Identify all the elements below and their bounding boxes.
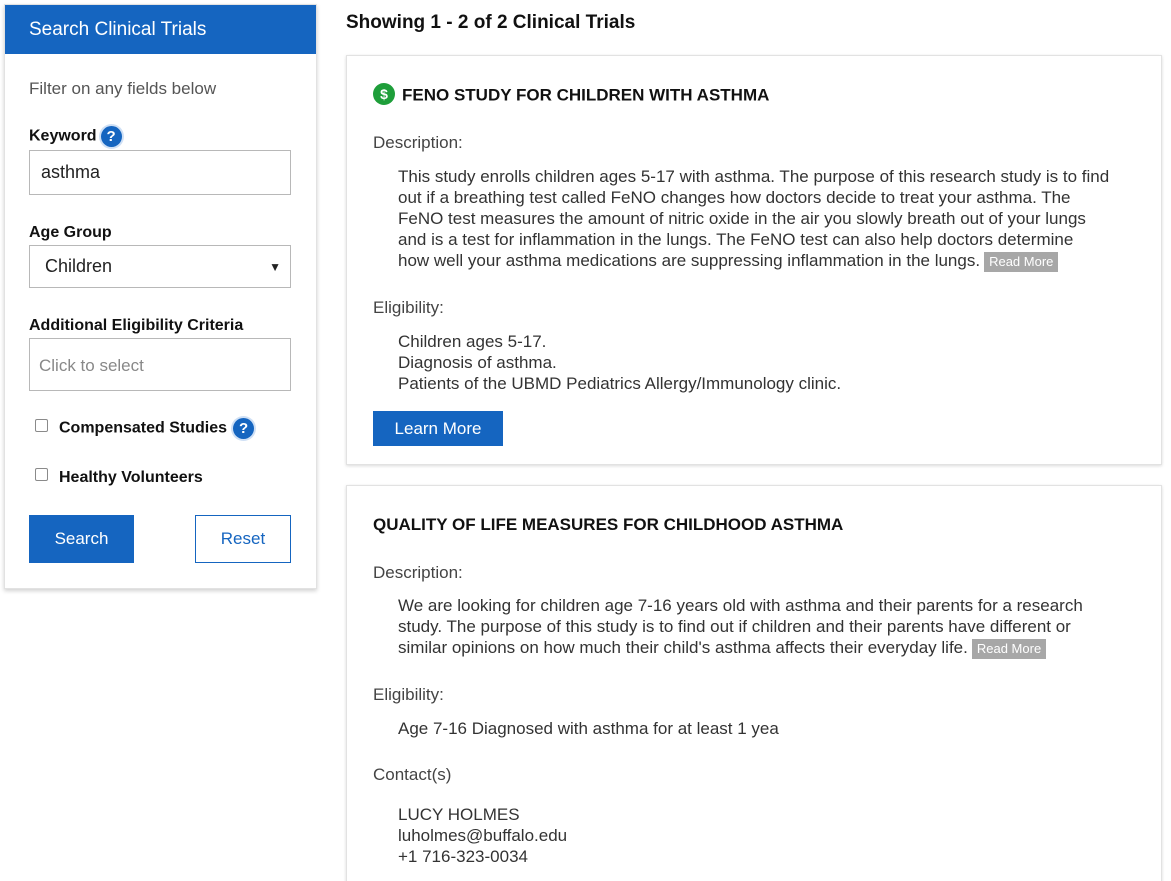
age-group-select[interactable]: Children ▼ [29, 245, 291, 288]
description-line: out if a breathing test called FeNO chan… [398, 188, 1071, 207]
eligibility-label: Eligibility: [373, 298, 444, 317]
contact-email[interactable]: luholmes@buffalo.edu [398, 825, 1140, 846]
filter-hint: Filter on any fields below [29, 79, 217, 98]
keyword-input[interactable]: asthma [29, 150, 291, 195]
read-more-button[interactable]: Read More [984, 252, 1059, 272]
keyword-input-value: asthma [41, 162, 101, 182]
trial-title-row: $ FENO STUDY FOR CHILDREN WITH ASTHMA [373, 83, 769, 107]
compensated-label[interactable]: Compensated Studies [59, 420, 227, 437]
eligibility-label: Eligibility: [373, 685, 444, 704]
keyword-help-icon[interactable]: ? [100, 126, 122, 147]
description-line: We are looking for children age 7-16 yea… [398, 596, 1083, 615]
description-line-last: how well your asthma medications are sup… [398, 250, 1140, 272]
criteria-placeholder: Click to select [39, 356, 144, 375]
results-heading: Showing 1 - 2 of 2 Clinical Trials [346, 12, 636, 33]
healthy-label[interactable]: Healthy Volunteers [59, 469, 203, 486]
eligibility-line: Patients of the UBMD Pediatrics Allergy/… [398, 374, 842, 393]
healthy-row: Healthy Volunteers [35, 468, 203, 487]
description-line: This study enrolls children ages 5-17 wi… [398, 167, 1110, 186]
description-line: study. The purpose of this study is to f… [398, 617, 1071, 636]
compensated-help-icon[interactable]: ? [233, 418, 255, 439]
compensated-row: Compensated Studies? [35, 418, 255, 439]
caret-down-icon: ▼ [269, 260, 281, 274]
description-label: Description: [373, 563, 463, 582]
description-line-last: similar opinions on how much their child… [398, 637, 1140, 659]
trial-title[interactable]: FENO STUDY FOR CHILDREN WITH ASTHMA [402, 85, 769, 104]
search-sidebar: Search Clinical Trials Filter on any fie… [4, 4, 317, 589]
eligibility-line: Age 7-16 Diagnosed with asthma for at le… [398, 719, 779, 738]
description-line-text: how well your asthma medications are sup… [398, 251, 981, 270]
description-line: FeNO test measures the amount of nitric … [398, 209, 1086, 228]
trial-card: $ FENO STUDY FOR CHILDREN WITH ASTHMA Des… [346, 55, 1162, 465]
keyword-label: Keyword [29, 127, 97, 145]
dollar-circle-icon: $ [373, 83, 395, 105]
read-more-button[interactable]: Read More [971, 639, 1047, 659]
sidebar-title: Search Clinical Trials [5, 5, 316, 54]
search-button[interactable]: Search [29, 515, 134, 563]
criteria-multiselect[interactable]: Click to select [29, 338, 291, 391]
eligibility-line: Children ages 5-17. [398, 332, 547, 351]
trial-description: This study enrolls children ages 5-17 wi… [398, 166, 1140, 272]
age-group-label: Age Group [29, 224, 112, 241]
trial-contact: LUCY HOLMES luholmes@buffalo.edu +1 716-… [398, 804, 1140, 867]
learn-more-button[interactable]: Learn More [373, 411, 503, 446]
contacts-label: Contact(s) [373, 765, 452, 784]
trial-title[interactable]: QUALITY OF LIFE MEASURES FOR CHILDHOOD A… [373, 515, 843, 535]
description-line-text: similar opinions on how much their child… [398, 638, 968, 657]
trial-description: We are looking for children age 7-16 yea… [398, 595, 1140, 659]
trial-card: QUALITY OF LIFE MEASURES FOR CHILDHOOD A… [346, 485, 1162, 881]
compensated-checkbox[interactable] [35, 419, 48, 432]
keyword-label-row: Keyword? [29, 126, 122, 147]
trial-eligibility: Age 7-16 Diagnosed with asthma for at le… [398, 718, 1140, 739]
reset-button[interactable]: Reset [195, 515, 291, 563]
description-line: and is a test for inflammation in the lu… [398, 230, 1074, 249]
contact-phone[interactable]: +1 716-323-0034 [398, 846, 1140, 867]
description-label: Description: [373, 133, 463, 152]
eligibility-line: Diagnosis of asthma. [398, 353, 557, 372]
age-group-value: Children [45, 256, 113, 276]
trial-eligibility: Children ages 5-17. Diagnosis of asthma.… [398, 331, 1140, 394]
contact-name: LUCY HOLMES [398, 805, 520, 824]
criteria-label: Additional Eligibility Criteria [29, 317, 244, 334]
healthy-checkbox[interactable] [35, 468, 48, 482]
